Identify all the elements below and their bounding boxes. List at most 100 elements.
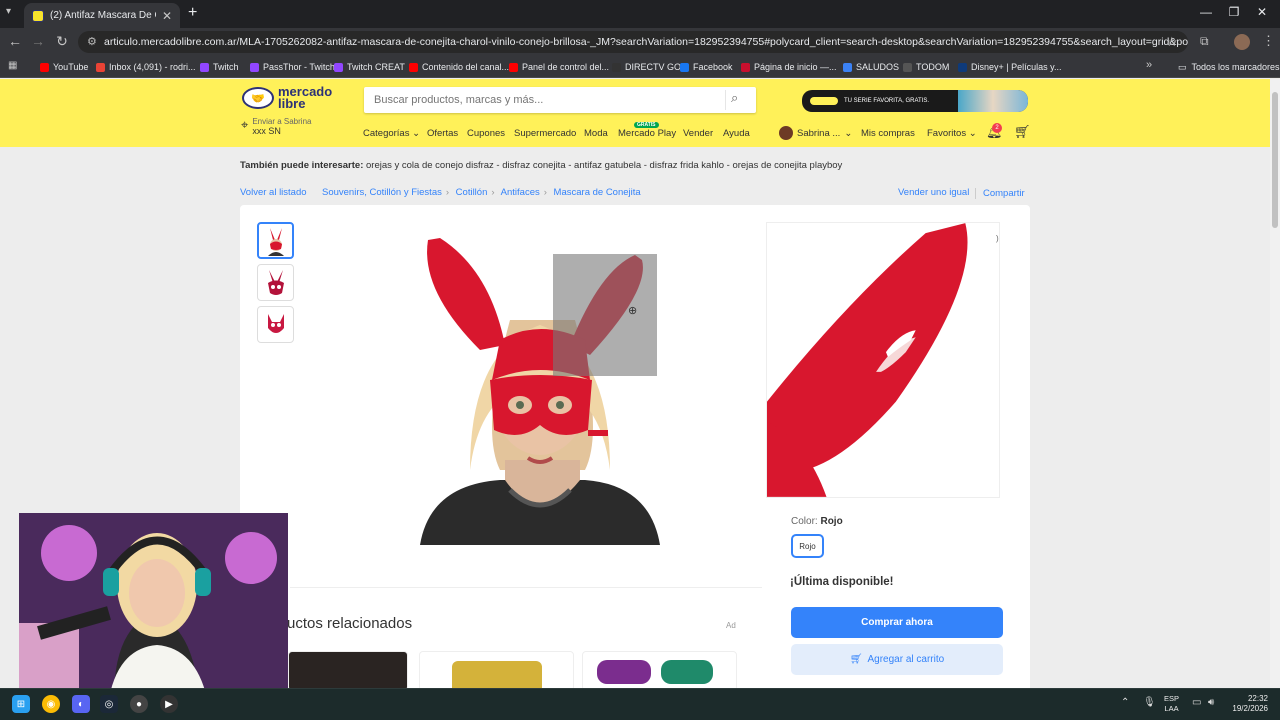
bookmark-favicon-icon bbox=[903, 62, 912, 72]
zoom-magnifier-icon: ⊕ bbox=[628, 305, 638, 317]
divider bbox=[290, 587, 762, 588]
obs-icon[interactable]: ● bbox=[130, 695, 148, 713]
breadcrumb-item[interactable]: Souvenirs, Cotillón y Fiestas bbox=[322, 187, 442, 198]
browser-tab-active[interactable]: (2) Antifaz Mascara De Conejita ✕ bbox=[24, 3, 180, 28]
close-window-icon[interactable]: ✕ bbox=[1252, 5, 1272, 19]
extensions-icon[interactable]: ⧉ bbox=[1200, 34, 1209, 49]
search-icon[interactable]: ⌕ bbox=[731, 90, 738, 106]
breadcrumb: Souvenirs, Cotillón y Fiestas › Cotillón ›… bbox=[322, 187, 641, 198]
user-menu[interactable]: Sabrina ... ⌄ bbox=[779, 126, 852, 140]
reload-icon[interactable]: ↻ bbox=[53, 33, 71, 50]
bookmark-favicon-icon bbox=[612, 62, 621, 72]
panel-close-icon: ) bbox=[996, 234, 999, 243]
nav-supermercado[interactable]: Supermercado bbox=[514, 128, 576, 139]
tray-overflow-icon[interactable]: ⌃ bbox=[1121, 697, 1129, 708]
bookmark-item[interactable]: Inbox (4,091) - rodri... bbox=[96, 58, 196, 76]
related-product-card[interactable] bbox=[288, 651, 408, 691]
webcam-overlay bbox=[19, 513, 288, 698]
nav-ofertas[interactable]: Ofertas bbox=[427, 128, 458, 139]
notifications-badge: 2 bbox=[992, 123, 1002, 133]
chrome-icon[interactable]: ◉ bbox=[42, 695, 60, 713]
zoom-lens[interactable] bbox=[553, 254, 657, 376]
bookmark-item[interactable]: PassThor - Twitch bbox=[250, 58, 335, 76]
add-to-cart-button[interactable]: 🛒︎ Agregar al carrito bbox=[791, 644, 1003, 675]
bookmark-star-icon[interactable]: ☆ bbox=[1166, 34, 1178, 50]
nav-moda[interactable]: Moda bbox=[584, 128, 608, 139]
tab-list-chevron-icon[interactable]: ▾ bbox=[6, 6, 11, 17]
bookmark-item[interactable]: Panel de control del... bbox=[509, 58, 609, 76]
steam-icon[interactable]: ◎ bbox=[100, 695, 118, 713]
nav-categorias[interactable]: Categorías ⌄ bbox=[363, 128, 420, 139]
gallery-thumbnail-3[interactable] bbox=[257, 306, 294, 343]
profile-avatar[interactable] bbox=[1234, 34, 1250, 50]
color-label: Color: Rojo bbox=[791, 516, 843, 527]
apps-grid-icon[interactable]: ▦ bbox=[8, 60, 17, 71]
nav-mercado-play[interactable]: Mercado Play bbox=[618, 128, 676, 139]
volume-icon[interactable]: 🔊︎ bbox=[1208, 697, 1214, 708]
new-tab-icon[interactable]: + bbox=[188, 4, 202, 22]
language-indicator[interactable]: ESP LAA bbox=[1164, 694, 1179, 714]
nav-mis-compras[interactable]: Mis compras bbox=[861, 128, 915, 139]
gallery-thumbnail-1[interactable] bbox=[257, 222, 294, 259]
browser-menu-icon[interactable]: ⋮ bbox=[1262, 33, 1275, 49]
bookmark-item[interactable]: Disney+ | Películas y... bbox=[958, 58, 1061, 76]
mask-thumb-icon bbox=[267, 227, 284, 256]
windows-start-icon[interactable]: ⊞ bbox=[12, 695, 30, 713]
bookmark-item[interactable]: TODOM bbox=[903, 58, 949, 76]
system-clock[interactable]: 22:32 19/2/2026 bbox=[1226, 694, 1268, 714]
nav-cupones[interactable]: Cupones bbox=[467, 128, 505, 139]
media-player-icon[interactable]: ▶ bbox=[160, 695, 178, 713]
promo-banner[interactable]: TU SERIE FAVORITA, GRATIS. bbox=[802, 90, 1028, 112]
mercadolibre-favicon-icon bbox=[32, 9, 44, 22]
bookmark-item[interactable]: Twitch bbox=[200, 58, 239, 76]
more-bookmarks-icon[interactable]: » bbox=[1146, 59, 1152, 71]
sell-same-link[interactable]: Vender uno igual bbox=[898, 187, 969, 198]
promo-image bbox=[958, 90, 1028, 112]
related-product-card[interactable] bbox=[419, 651, 574, 691]
back-to-list-link[interactable]: Volver al listado bbox=[240, 187, 307, 198]
all-bookmarks-folder[interactable]: ▭ Todos los marcadores bbox=[1178, 58, 1280, 76]
cart-icon[interactable]: 🛒︎ bbox=[1014, 124, 1031, 140]
network-icon[interactable]: ▭ bbox=[1192, 697, 1201, 708]
site-info-icon[interactable]: ⚙ bbox=[87, 35, 97, 48]
bookmark-favicon-icon bbox=[843, 62, 852, 72]
minimize-icon[interactable]: — bbox=[1196, 5, 1216, 19]
nav-ayuda[interactable]: Ayuda bbox=[723, 128, 750, 139]
close-tab-icon[interactable]: ✕ bbox=[162, 9, 172, 23]
breadcrumb-item[interactable]: Cotillón bbox=[456, 187, 488, 198]
forward-arrow-icon[interactable]: → bbox=[29, 33, 47, 49]
delivery-location[interactable]: ⌖ Enviar a Sabrina xxx SN bbox=[241, 117, 311, 136]
related-product-card[interactable] bbox=[582, 651, 737, 691]
related-search-links[interactable]: orejas y cola de conejo disfraz - disfra… bbox=[366, 160, 842, 171]
bookmark-item[interactable]: SALUDOS bbox=[843, 58, 899, 76]
color-option-rojo[interactable]: Rojo bbox=[791, 534, 824, 558]
stock-status: ¡Última disponible! bbox=[790, 576, 894, 588]
address-bar[interactable]: ⚙ articulo.mercadolibre.com.ar/MLA-17052… bbox=[78, 31, 1188, 53]
breadcrumb-item[interactable]: Mascara de Conejita bbox=[554, 187, 641, 198]
microphone-icon[interactable]: 🎙︎ bbox=[1143, 697, 1156, 708]
nav-favoritos[interactable]: Favoritos ⌄ bbox=[927, 128, 977, 139]
nav-vender[interactable]: Vender bbox=[683, 128, 713, 139]
bookmark-item[interactable]: Facebook bbox=[680, 58, 733, 76]
bookmark-item[interactable]: Contenido del canal... bbox=[409, 58, 509, 76]
promo-logo bbox=[810, 97, 838, 105]
bookmark-favicon-icon bbox=[40, 62, 49, 72]
bookmark-favicon-icon bbox=[680, 62, 689, 72]
scrollbar-thumb[interactable] bbox=[1272, 92, 1278, 228]
bookmark-item[interactable]: DIRECTV GO bbox=[612, 58, 681, 76]
bookmark-item[interactable]: YouTube bbox=[40, 58, 88, 76]
search-input[interactable] bbox=[364, 87, 756, 113]
mask-thumb-icon bbox=[267, 313, 284, 333]
bookmark-item[interactable]: Twitch CREAT bbox=[334, 58, 405, 76]
chevron-down-icon: ⌄ bbox=[968, 128, 977, 139]
back-arrow-icon[interactable]: ← bbox=[6, 33, 24, 49]
mercadolibre-logo[interactable]: 🤝 mercado libre bbox=[242, 85, 332, 110]
gallery-thumbnail-2[interactable] bbox=[257, 264, 294, 301]
share-link[interactable]: Compartir bbox=[983, 188, 1025, 199]
restore-icon[interactable]: ❐ bbox=[1224, 5, 1244, 19]
buy-now-button[interactable]: Comprar ahora bbox=[791, 607, 1003, 638]
bookmark-item[interactable]: Página de inicio —... bbox=[741, 58, 837, 76]
breadcrumb-item[interactable]: Antifaces bbox=[501, 187, 540, 198]
bookmark-favicon-icon bbox=[250, 62, 259, 72]
discord-icon[interactable]: ◐ bbox=[72, 695, 90, 713]
